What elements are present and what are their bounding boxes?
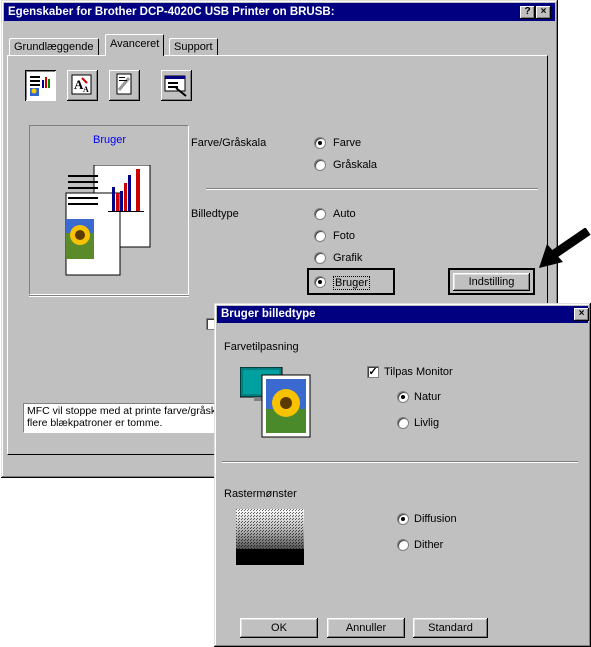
monitor-icon <box>239 366 322 439</box>
radio-user-label[interactable]: Bruger <box>333 276 371 290</box>
device-options-icon[interactable] <box>161 70 192 101</box>
preview-label: Bruger <box>93 134 127 146</box>
radio-dither[interactable] <box>397 539 409 551</box>
radio-natural-label[interactable]: Natur <box>414 391 441 403</box>
pointer-arrow-icon <box>535 227 591 272</box>
window-titlebar: Egenskaber for Brother DCP-4020C USB Pri… <box>4 3 555 21</box>
radio-dither-label[interactable]: Dither <box>414 539 443 551</box>
dialog-titlebar: Bruger billedtype <box>217 306 588 323</box>
preview-document-image <box>64 164 152 277</box>
color-quality-icon[interactable] <box>25 70 56 101</box>
dialog-divider <box>222 461 578 463</box>
default-button[interactable]: Standard <box>413 618 488 638</box>
radio-grayscale-label[interactable]: Gråskala <box>333 159 377 171</box>
radio-auto[interactable] <box>314 208 326 220</box>
dialog-title: Bruger billedtype <box>221 308 316 320</box>
status-text: MFC vil stoppe med at printe farve/gråsk… <box>27 405 217 429</box>
radio-graphic[interactable] <box>314 252 326 264</box>
radio-diffusion-label[interactable]: Diffusion <box>414 513 457 525</box>
image-type-label: Billedtype <box>191 208 239 220</box>
cancel-button[interactable]: Annuller <box>327 618 405 638</box>
match-monitor-checkbox[interactable]: ✓ <box>367 366 379 378</box>
tab-advanced[interactable]: Avanceret <box>105 34 165 56</box>
radio-vivid[interactable] <box>397 417 409 429</box>
radio-vivid-label[interactable]: Livlig <box>414 417 439 429</box>
tab-basic[interactable]: Grundlæggende <box>9 38 99 55</box>
close-button[interactable]: × <box>536 6 551 19</box>
radio-color-label[interactable]: Farve <box>333 137 361 149</box>
scaling-icon[interactable]: AA <box>67 70 98 101</box>
settings-button[interactable]: Indstilling <box>453 273 530 291</box>
ok-button[interactable]: OK <box>240 618 318 638</box>
radio-natural[interactable] <box>397 391 409 403</box>
tab-support[interactable]: Support <box>169 38 218 55</box>
radio-photo-label[interactable]: Foto <box>333 230 355 242</box>
watermark-icon[interactable] <box>109 70 140 101</box>
dialog-close-button[interactable]: × <box>574 308 589 321</box>
radio-photo[interactable] <box>314 230 326 242</box>
radio-color[interactable] <box>314 137 326 149</box>
radio-grayscale[interactable] <box>314 159 326 171</box>
radio-diffusion[interactable] <box>397 513 409 525</box>
help-button[interactable]: ? <box>520 6 535 19</box>
divider-lower <box>29 295 189 297</box>
user-image-type-dialog: Bruger billedtype × Farvetilpasning ✓ Ti… <box>214 303 591 647</box>
color-grayscale-label: Farve/Gråskala <box>191 137 267 149</box>
window-title: Egenskaber for Brother DCP-4020C USB Pri… <box>8 6 335 18</box>
halftone-label: Rastermønster <box>224 488 297 500</box>
halftone-pattern-image <box>236 509 304 565</box>
color-matching-label: Farvetilpasning <box>224 341 299 353</box>
divider <box>206 188 538 190</box>
match-monitor-label[interactable]: Tilpas Monitor <box>384 366 453 378</box>
svg-text:A: A <box>83 85 89 94</box>
radio-graphic-label[interactable]: Grafik <box>333 252 362 264</box>
radio-user[interactable] <box>314 276 326 288</box>
radio-auto-label[interactable]: Auto <box>333 208 356 220</box>
